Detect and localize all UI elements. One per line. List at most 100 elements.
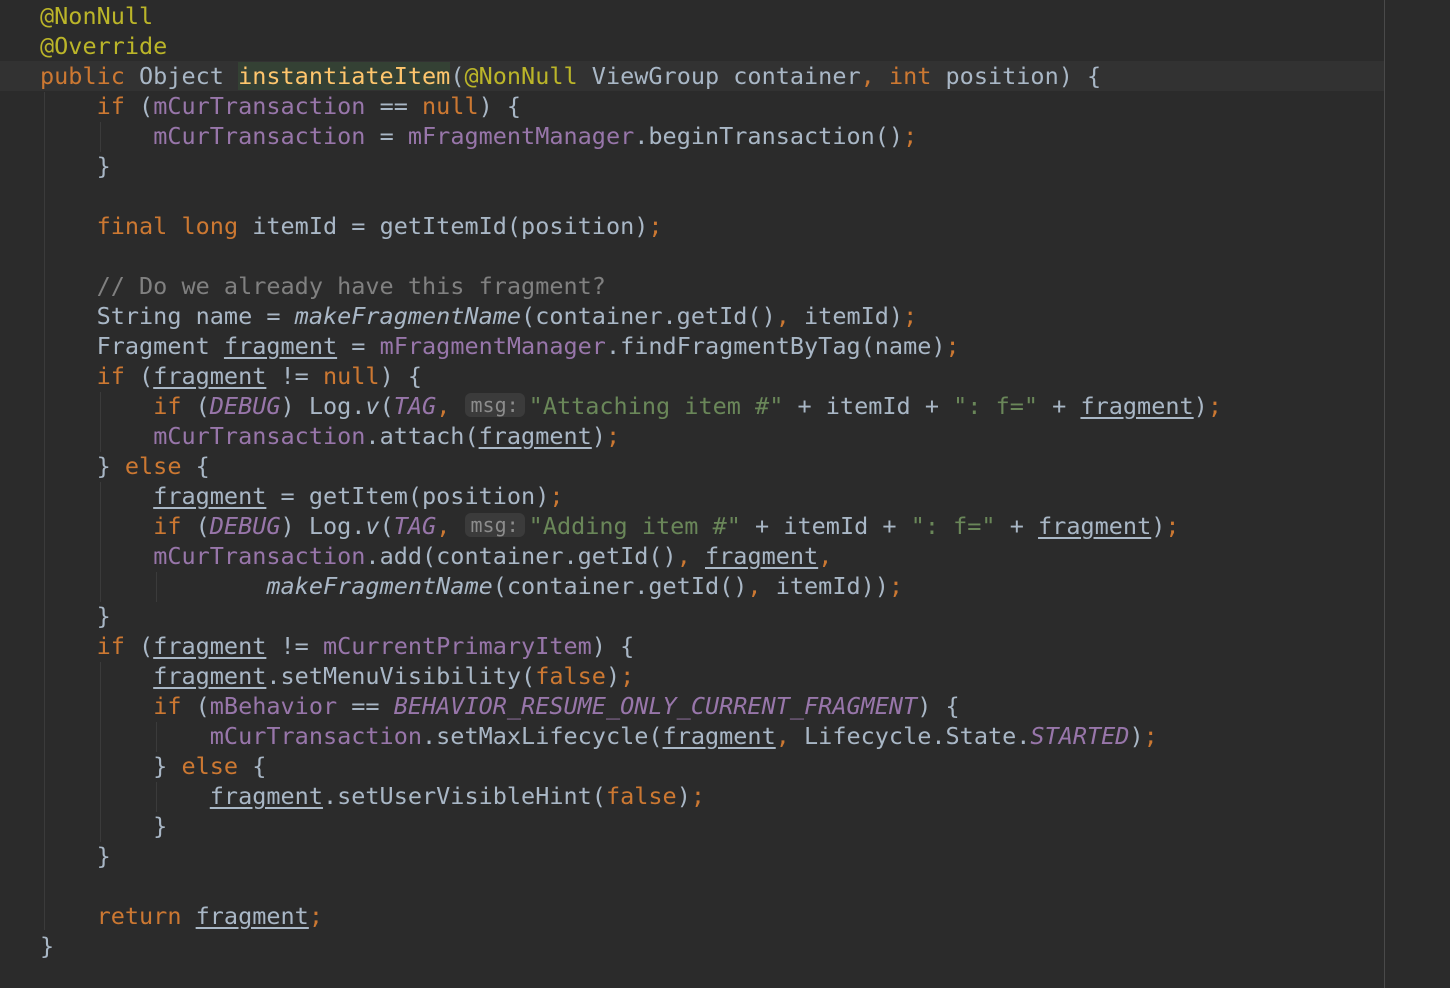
code-line[interactable]: @Override	[40, 31, 167, 61]
code-text: ==	[365, 92, 423, 120]
code-editor[interactable]: @NonNull @Override public Object instantia…	[0, 0, 1450, 988]
keyword-token: ,	[775, 722, 790, 750]
code-text: .beginTransaction()	[634, 122, 904, 150]
code-text: +	[1038, 392, 1081, 420]
keyword-token: ;	[1165, 512, 1180, 540]
code-text: )	[1151, 512, 1166, 540]
keyword-token: ;	[1143, 722, 1158, 750]
keyword-token: ;	[945, 332, 960, 360]
variable-reference: fragment	[153, 662, 267, 690]
field-token: mCurrentPrimaryItem	[322, 632, 592, 660]
variable-reference: fragment	[1038, 512, 1152, 540]
code-text: .add(container.getId()	[365, 542, 677, 570]
code-line[interactable]: @NonNull	[40, 1, 153, 31]
code-line[interactable]: } else {	[40, 751, 266, 781]
keyword-token: else	[124, 452, 182, 480]
keyword-token: ;	[888, 572, 904, 600]
string-literal: ": f="	[953, 392, 1039, 420]
code-line[interactable]: public Object instantiateItem(@NonNull V…	[40, 61, 1101, 91]
code-text: =	[365, 122, 408, 150]
code-text: (container.getId()	[521, 302, 776, 330]
keyword-token: long	[181, 212, 239, 240]
code-line[interactable]: }	[40, 931, 54, 961]
code-line[interactable]: }	[40, 811, 167, 841]
static-method-call: makeFragmentName	[294, 302, 522, 330]
code-text: ) {	[379, 362, 423, 390]
code-line[interactable]: // Do we already have this fragment?	[40, 271, 606, 301]
code-text: {	[181, 452, 210, 480]
code-text: )	[676, 782, 691, 810]
code-line[interactable]: } else {	[40, 451, 210, 481]
keyword-token: ;	[308, 902, 323, 930]
code-text: itemId = getItemId(position)	[238, 212, 649, 240]
code-line[interactable]: String name = makeFragmentName(container…	[40, 301, 918, 331]
keyword-token: null	[422, 92, 479, 120]
code-text: (	[379, 392, 394, 420]
code-line[interactable]: mCurTransaction.setMaxLifecycle(fragment…	[40, 721, 1158, 751]
comment: // Do we already have this fragment?	[96, 272, 606, 300]
code-line[interactable]: final long itemId = getItemId(position);	[40, 211, 663, 241]
code-text: }	[40, 752, 182, 780]
field-token: mFragmentManager	[407, 122, 635, 150]
code-text: Object	[124, 62, 239, 90]
keyword-token: if	[153, 512, 182, 540]
code-text: ViewGroup container	[577, 62, 861, 90]
string-literal: "Attaching item #"	[528, 392, 784, 420]
code-text: String name =	[40, 302, 295, 330]
string-literal: ": f="	[910, 512, 996, 540]
code-text: =	[337, 332, 380, 360]
code-line[interactable]: mCurTransaction.attach(fragment);	[40, 421, 620, 451]
code-text: )	[605, 662, 621, 690]
right-margin-guide	[1384, 0, 1385, 988]
static-method-call: makeFragmentName	[266, 572, 493, 600]
code-line[interactable]: if (DEBUG) Log.v(TAG, msg: "Adding item #…	[40, 511, 1180, 541]
code-line[interactable]: if (mCurTransaction == null) {	[40, 91, 521, 121]
keyword-token: ;	[605, 422, 621, 450]
keyword-token: if	[96, 632, 125, 660]
keyword-token: false	[535, 662, 606, 690]
code-line[interactable]: if (DEBUG) Log.v(TAG, msg: "Attaching ite…	[40, 391, 1222, 421]
code-line[interactable]: }	[40, 601, 111, 631]
method-name: instantiateItem	[238, 62, 451, 90]
code-text: (	[450, 62, 465, 90]
code-text: (	[181, 692, 210, 720]
variable-reference: fragment	[478, 422, 592, 450]
code-line[interactable]: fragment.setMenuVisibility(false);	[40, 661, 634, 691]
code-line[interactable]: return fragment;	[40, 901, 323, 931]
variable-reference: fragment	[195, 902, 309, 930]
code-line[interactable]: makeFragmentName(container.getId(), item…	[40, 571, 903, 601]
code-text: }	[40, 602, 111, 630]
code-line[interactable]: if (mBehavior == BEHAVIOR_RESUME_ONLY_CU…	[40, 691, 959, 721]
code-text: + itemId +	[740, 512, 911, 540]
keyword-token: ,	[860, 62, 875, 90]
constant-token: DEBUG	[209, 392, 281, 420]
keyword-token: null	[322, 362, 380, 390]
keyword-token: else	[181, 752, 239, 780]
code-text: ) Log.	[280, 512, 366, 540]
field-token: mFragmentManager	[379, 332, 606, 360]
field-token: mCurTransaction	[153, 122, 366, 150]
code-line[interactable]: mCurTransaction = mFragmentManager.begin…	[40, 121, 917, 151]
code-line[interactable]: Fragment fragment = mFragmentManager.fin…	[40, 331, 960, 361]
code-line[interactable]: }	[40, 151, 111, 181]
code-text: .findFragmentByTag(name)	[605, 332, 946, 360]
code-line[interactable]: }	[40, 841, 111, 871]
code-line[interactable]: mCurTransaction.add(container.getId(), f…	[40, 541, 832, 571]
code-line[interactable]: fragment.setUserVisibleHint(false);	[40, 781, 705, 811]
code-text: }	[40, 152, 111, 180]
code-text: .setUserVisibleHint(	[322, 782, 606, 810]
code-line[interactable]: if (fragment != mCurrentPrimaryItem) {	[40, 631, 635, 661]
keyword-token: ,	[775, 302, 790, 330]
code-line[interactable]: fragment = getItem(position);	[40, 481, 563, 511]
constant-token: DEBUG	[209, 512, 281, 540]
code-line[interactable]: if (fragment != null) {	[40, 361, 422, 391]
